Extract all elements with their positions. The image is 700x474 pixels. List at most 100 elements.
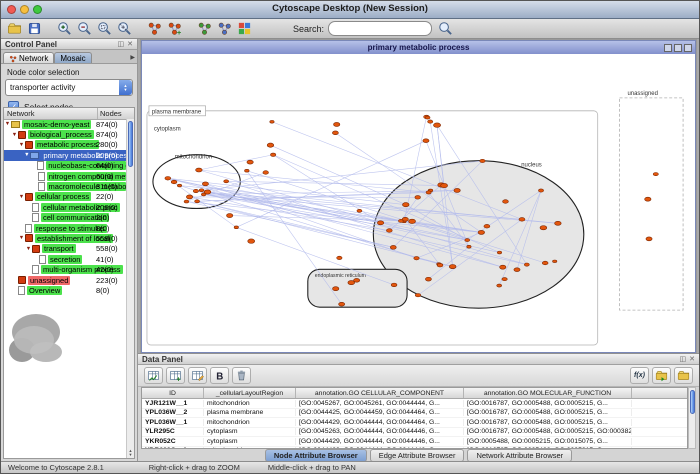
new-network-icon[interactable]: + xyxy=(165,20,183,37)
frame-window-buttons[interactable] xyxy=(664,44,692,52)
column-header[interactable]: ID xyxy=(142,388,204,398)
network-node[interactable] xyxy=(386,229,392,233)
select-attributes-icon[interactable] xyxy=(144,367,163,384)
zoom-in-icon[interactable] xyxy=(55,20,73,37)
network-node[interactable] xyxy=(484,224,490,228)
network-node[interactable] xyxy=(437,263,443,267)
network-node[interactable] xyxy=(267,143,274,147)
tab-network-attribute-browser[interactable]: Network Attribute Browser xyxy=(467,449,572,462)
zoom-fit-icon[interactable] xyxy=(115,20,133,37)
tree-row[interactable]: ▼cellular process22(0) xyxy=(4,192,126,202)
open-attribute-file-icon[interactable] xyxy=(674,367,693,384)
network-node[interactable] xyxy=(467,245,471,248)
network-node[interactable] xyxy=(454,188,460,192)
network-node[interactable] xyxy=(234,226,238,229)
tab-network[interactable]: Network xyxy=(3,52,54,63)
network-node[interactable] xyxy=(248,239,255,243)
network-node[interactable] xyxy=(502,278,507,281)
network-node[interactable] xyxy=(646,237,652,241)
network-node[interactable] xyxy=(497,284,502,287)
search-button-icon[interactable] xyxy=(436,20,454,37)
network-node[interactable] xyxy=(165,176,171,180)
window-titlebar[interactable]: Cytoscape Desktop (New Session) xyxy=(1,1,699,19)
network-node[interactable] xyxy=(540,226,547,230)
network-node[interactable] xyxy=(478,230,485,234)
network-node[interactable] xyxy=(377,221,383,225)
search-input[interactable] xyxy=(328,21,432,36)
network-node[interactable] xyxy=(409,219,416,223)
network-node[interactable] xyxy=(171,180,177,184)
network-node[interactable] xyxy=(332,131,338,135)
tree-col-network[interactable]: Network xyxy=(4,108,98,119)
float-panel-icon[interactable]: ◫ xyxy=(680,355,687,363)
open-session-icon[interactable] xyxy=(5,20,23,37)
tree-scrollbar[interactable]: ▲▼ xyxy=(126,119,134,458)
edit-attribute-icon[interactable] xyxy=(188,367,207,384)
network-node[interactable] xyxy=(177,184,181,187)
float-panel-icon[interactable]: ◫ xyxy=(118,40,125,48)
expander-icon[interactable]: ▼ xyxy=(4,121,11,127)
table-scrollbar[interactable] xyxy=(688,387,696,449)
network-node[interactable] xyxy=(555,221,562,225)
tree-row[interactable]: ▼metabolic process280(0) xyxy=(4,140,126,150)
network-node[interactable] xyxy=(553,260,557,263)
tree-row[interactable]: secretion41(0) xyxy=(4,254,126,264)
expander-icon[interactable]: ▼ xyxy=(23,152,30,158)
network-node[interactable] xyxy=(357,209,362,212)
network-node[interactable] xyxy=(425,116,430,119)
label-attribute-icon[interactable]: B xyxy=(210,367,229,384)
network-node[interactable] xyxy=(184,200,189,203)
network-node[interactable] xyxy=(414,257,419,260)
network-node[interactable] xyxy=(402,217,408,221)
expander-icon[interactable]: ▼ xyxy=(18,194,25,200)
tree-row[interactable]: multi-organism process42(0) xyxy=(4,264,126,274)
scrollbar-thumb[interactable] xyxy=(128,121,133,167)
network-node[interactable] xyxy=(337,256,342,259)
network-node[interactable] xyxy=(503,200,509,204)
delete-attribute-icon[interactable] xyxy=(232,367,251,384)
tree-row[interactable]: ▼transport558(0) xyxy=(4,244,126,254)
network-node[interactable] xyxy=(354,278,360,282)
network-node[interactable] xyxy=(226,214,232,218)
save-session-icon[interactable] xyxy=(25,20,43,37)
network-node[interactable] xyxy=(339,302,345,306)
network-node[interactable] xyxy=(497,251,501,254)
tree-row[interactable]: Overview8(0) xyxy=(4,285,126,295)
network-node[interactable] xyxy=(524,263,529,266)
network-node[interactable] xyxy=(390,245,396,249)
vizmapper-icon[interactable] xyxy=(235,20,253,37)
network-node[interactable] xyxy=(423,139,429,143)
network-node[interactable] xyxy=(193,189,198,192)
manage-networks-icon[interactable] xyxy=(215,20,233,37)
network-node[interactable] xyxy=(245,169,250,172)
tab-mosaic[interactable]: Mosaic xyxy=(54,52,91,63)
tab-edge-attribute-browser[interactable]: Edge Attribute Browser xyxy=(370,449,465,462)
network-node[interactable] xyxy=(433,123,440,127)
network-view-titlebar[interactable]: primary metabolic process xyxy=(142,41,695,55)
create-attribute-icon[interactable]: + xyxy=(166,367,185,384)
expander-icon[interactable]: ▼ xyxy=(18,235,25,241)
import-attributes-icon[interactable] xyxy=(652,367,671,384)
network-node[interactable] xyxy=(202,182,208,186)
close-panel-icon[interactable]: ✕ xyxy=(127,40,133,48)
network-node[interactable] xyxy=(428,120,433,123)
zoom-selected-icon[interactable] xyxy=(95,20,113,37)
network-node[interactable] xyxy=(415,196,421,200)
table-row[interactable]: YKR052Ccytoplasm[GO:0044429, GO:0044444,… xyxy=(142,437,687,447)
tree-row[interactable]: macromolecule metabol311(0) xyxy=(4,181,126,191)
network-node[interactable] xyxy=(645,197,651,201)
network-node[interactable] xyxy=(247,160,253,164)
zoom-out-icon[interactable] xyxy=(75,20,93,37)
network-node[interactable] xyxy=(653,173,658,176)
network-node[interactable] xyxy=(480,159,485,162)
tree-row[interactable]: nitrogen compound met60(0) xyxy=(4,171,126,181)
scrollbar-arrows-icon[interactable]: ▲▼ xyxy=(127,449,134,457)
network-node[interactable] xyxy=(465,239,470,242)
network-node[interactable] xyxy=(334,122,340,126)
network-node[interactable] xyxy=(441,183,448,187)
tree-row[interactable]: ▼establishment of locali558(0) xyxy=(4,233,126,243)
network-node[interactable] xyxy=(333,287,339,291)
tab-scroll-right-icon[interactable]: ▶ xyxy=(130,54,135,61)
tree-row[interactable]: unassigned223(0) xyxy=(4,275,126,285)
column-header[interactable]: annotation.GO MOLECULAR_FUNCTION xyxy=(464,388,632,398)
